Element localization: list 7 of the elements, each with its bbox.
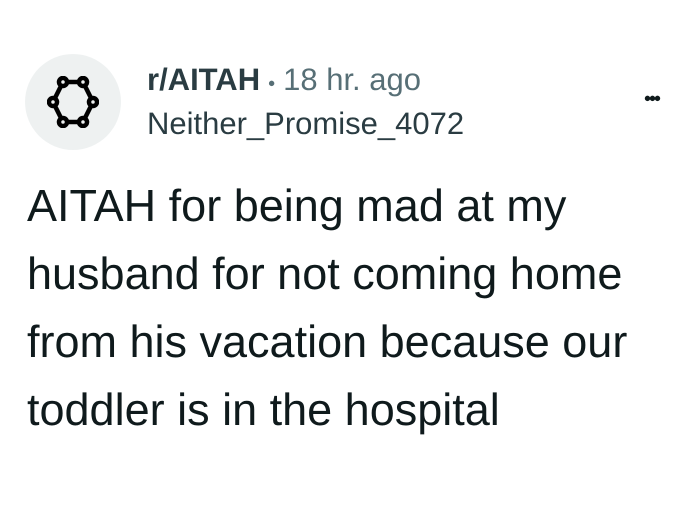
post-title: AITAH for being mad at my husband for not coming home from his vacation because our toddler is in the hospital bbox=[26, 179, 628, 437]
community-link[interactable]: r/AITAH bbox=[147, 60, 260, 100]
community-icon bbox=[47, 76, 99, 128]
post-time: 18 hr. ago bbox=[283, 61, 422, 99]
more-options-button[interactable]: ••• bbox=[642, 84, 661, 114]
separator-dot: • bbox=[268, 72, 276, 97]
author-link[interactable]: Neither_Promise_4072 bbox=[147, 104, 464, 144]
